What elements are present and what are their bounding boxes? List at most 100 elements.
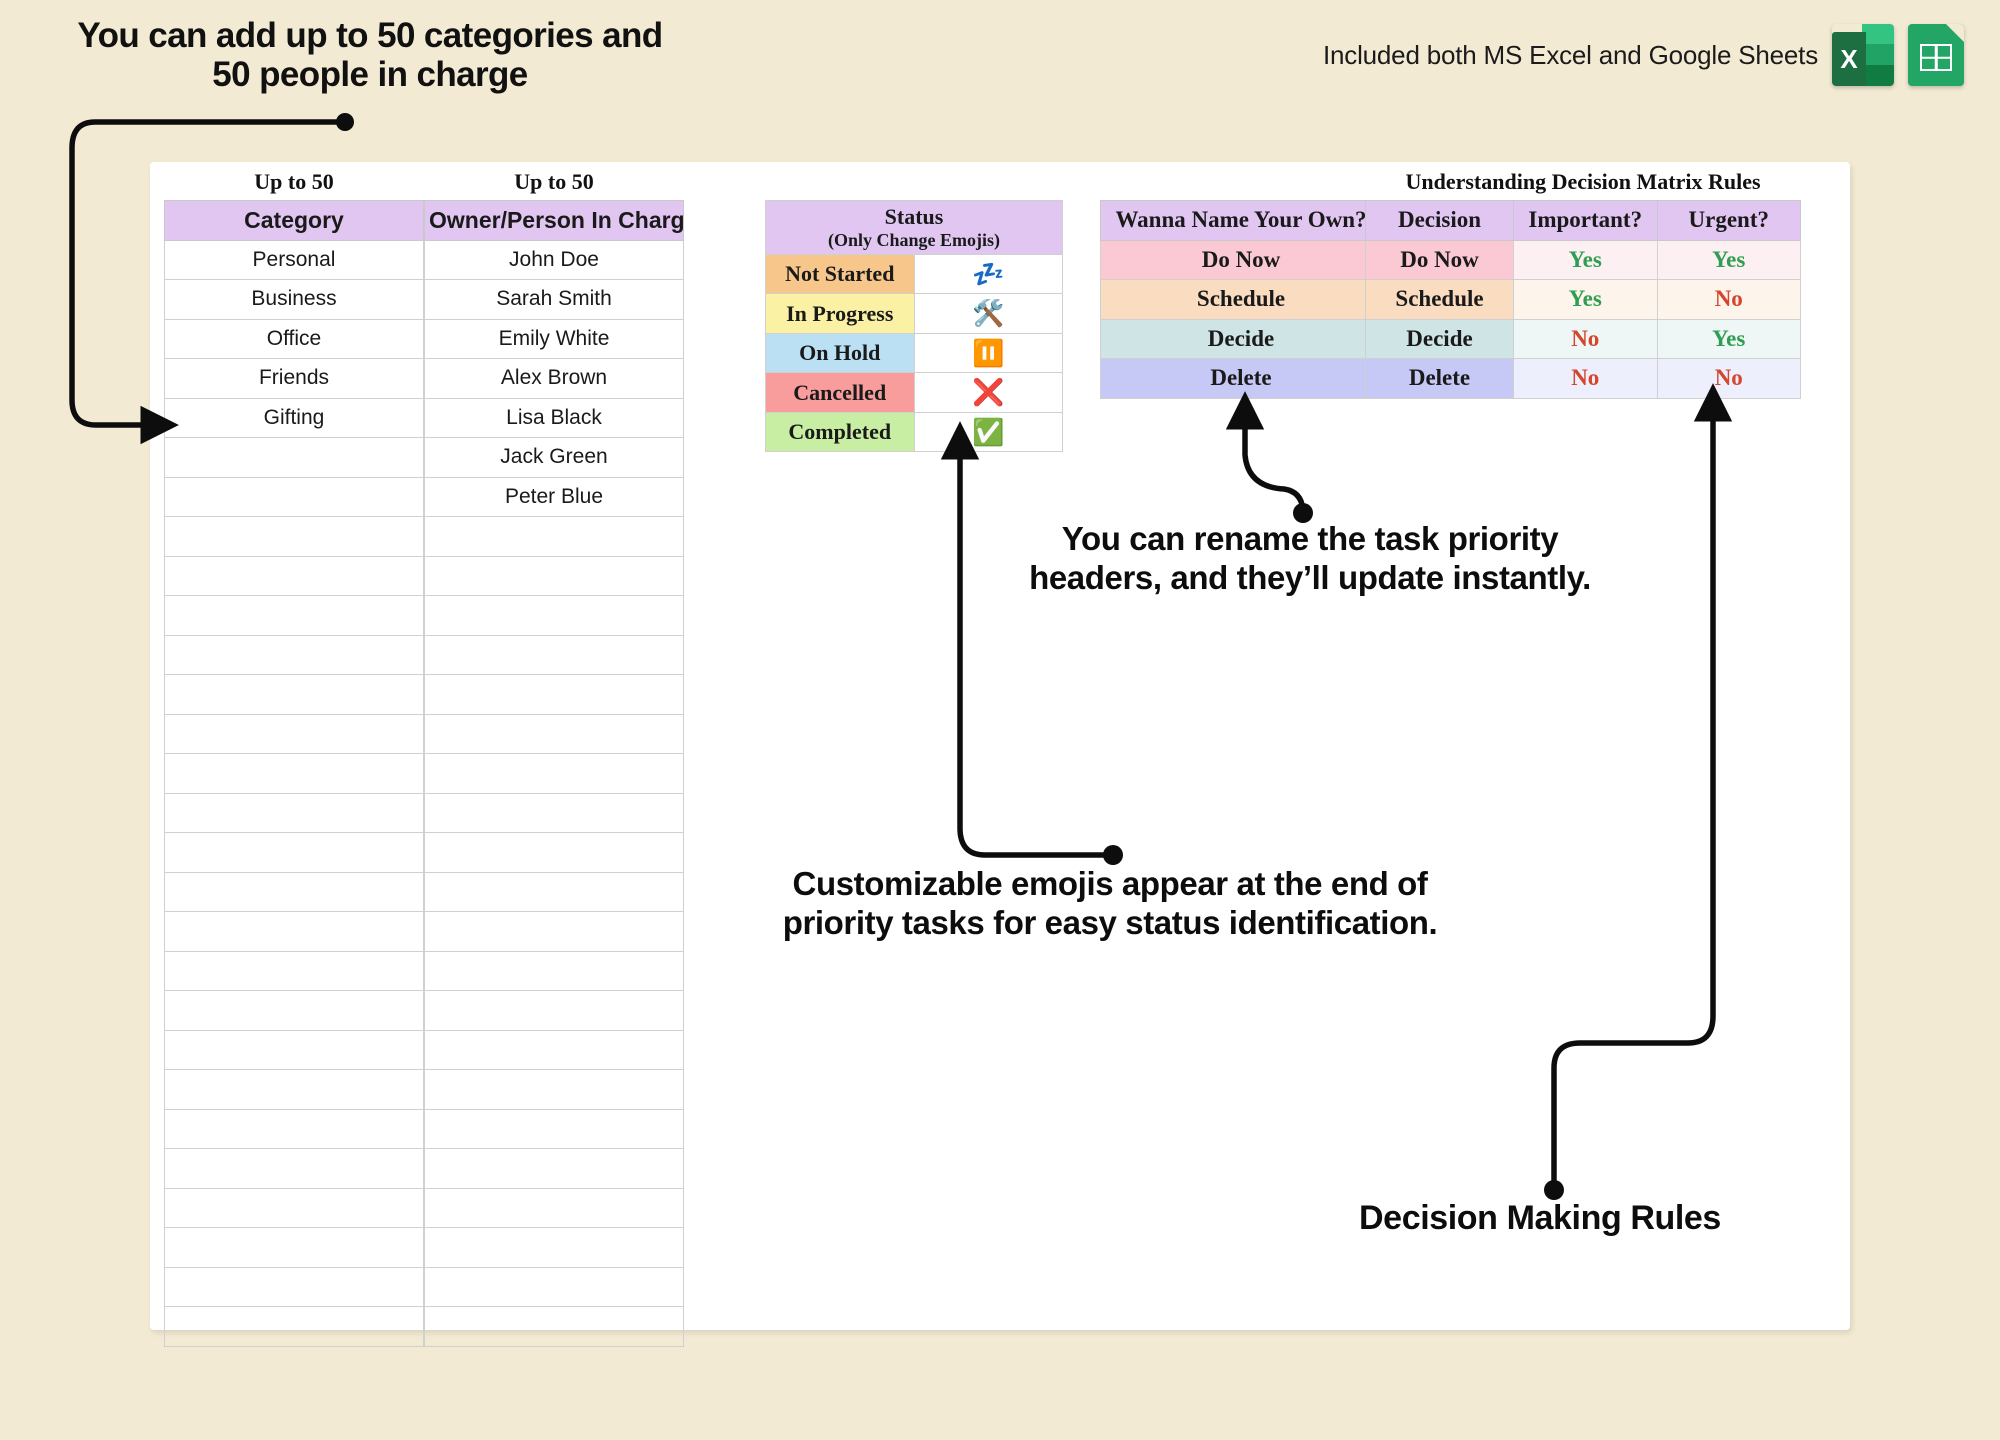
table-cell-empty[interactable]: [164, 1227, 424, 1268]
priority-name-cell[interactable]: Decide: [1100, 318, 1382, 359]
table-cell[interactable]: Emily White: [424, 318, 684, 359]
table-row[interactable]: [424, 1069, 684, 1110]
table-cell-empty[interactable]: [424, 1187, 684, 1228]
table-cell-empty[interactable]: [164, 1069, 424, 1110]
table-row[interactable]: [424, 1187, 684, 1228]
status-label[interactable]: Not Started: [765, 253, 915, 295]
table-row[interactable]: [424, 1266, 684, 1307]
table-row[interactable]: [424, 674, 684, 715]
table-cell[interactable]: Jack Green: [424, 437, 684, 478]
table-cell-empty[interactable]: [424, 871, 684, 912]
matrix-decision-cell[interactable]: Do Now: [1365, 239, 1514, 280]
table-row[interactable]: [164, 871, 424, 912]
table-row[interactable]: Friends: [164, 358, 424, 399]
table-row[interactable]: [164, 1148, 424, 1189]
table-cell-empty[interactable]: [424, 1227, 684, 1268]
table-row[interactable]: [424, 713, 684, 754]
matrix-decision-cell[interactable]: Delete: [1365, 358, 1514, 399]
status-row[interactable]: On Hold ⏸️: [765, 332, 1063, 374]
table-row[interactable]: [424, 871, 684, 912]
table-cell-empty[interactable]: [424, 1108, 684, 1149]
table-row[interactable]: Office: [164, 318, 424, 359]
matrix-decision-cell[interactable]: Schedule: [1365, 279, 1514, 320]
table-row[interactable]: [424, 950, 684, 991]
table-cell-empty[interactable]: [164, 516, 424, 557]
table-row[interactable]: Alex Brown: [424, 358, 684, 399]
tools-emoji[interactable]: 🛠️: [913, 293, 1063, 334]
table-row[interactable]: [424, 516, 684, 557]
table-row[interactable]: [164, 634, 424, 675]
zzz-emoji[interactable]: 💤: [913, 253, 1063, 295]
table-row[interactable]: [424, 555, 684, 596]
priority-row[interactable]: Delete: [1100, 358, 1382, 399]
table-row[interactable]: [424, 911, 684, 952]
table-row[interactable]: [164, 950, 424, 991]
table-row[interactable]: [164, 437, 424, 478]
table-cell-empty[interactable]: [424, 555, 684, 596]
table-cell[interactable]: John Doe: [424, 239, 684, 280]
table-row[interactable]: [424, 1227, 684, 1268]
table-row[interactable]: [164, 792, 424, 833]
table-row[interactable]: Business: [164, 279, 424, 320]
table-cell-empty[interactable]: [424, 674, 684, 715]
priority-row[interactable]: Do Now: [1100, 239, 1382, 280]
table-row[interactable]: [424, 595, 684, 636]
table-cell-empty[interactable]: [164, 1266, 424, 1307]
table-row[interactable]: John Doe: [424, 239, 684, 280]
table-cell-empty[interactable]: [424, 1148, 684, 1189]
table-row[interactable]: [424, 1108, 684, 1149]
table-cell-empty[interactable]: [164, 1148, 424, 1189]
table-cell-empty[interactable]: [164, 1187, 424, 1228]
table-cell[interactable]: Personal: [164, 239, 424, 280]
status-label[interactable]: Cancelled: [765, 372, 915, 413]
table-row[interactable]: [164, 1306, 424, 1347]
table-cell[interactable]: Peter Blue: [424, 476, 684, 517]
table-cell[interactable]: Office: [164, 318, 424, 359]
matrix-row[interactable]: Schedule Yes No: [1365, 279, 1801, 320]
table-row[interactable]: [164, 476, 424, 517]
status-label[interactable]: Completed: [765, 411, 915, 453]
table-row[interactable]: [164, 1069, 424, 1110]
table-cell[interactable]: Gifting: [164, 397, 424, 438]
status-row[interactable]: Not Started 💤: [765, 253, 1063, 295]
status-label[interactable]: In Progress: [765, 293, 915, 334]
priority-name-cell[interactable]: Schedule: [1100, 279, 1382, 320]
table-cell-empty[interactable]: [424, 990, 684, 1031]
table-cell-empty[interactable]: [424, 792, 684, 833]
table-row[interactable]: [164, 1227, 424, 1268]
table-cell-empty[interactable]: [424, 713, 684, 754]
table-row[interactable]: Jack Green: [424, 437, 684, 478]
table-row[interactable]: [164, 832, 424, 873]
matrix-decision-cell[interactable]: Decide: [1365, 318, 1514, 359]
table-row[interactable]: [164, 516, 424, 557]
table-row[interactable]: [164, 713, 424, 754]
priority-row[interactable]: Decide: [1100, 318, 1382, 359]
matrix-row[interactable]: Delete No No: [1365, 358, 1801, 399]
priority-row[interactable]: Schedule: [1100, 279, 1382, 320]
table-row[interactable]: [164, 911, 424, 952]
table-cell-empty[interactable]: [164, 555, 424, 596]
table-cell-empty[interactable]: [424, 832, 684, 873]
table-row[interactable]: Gifting: [164, 397, 424, 438]
pause-emoji[interactable]: ⏸️: [913, 332, 1063, 374]
table-cell-empty[interactable]: [424, 1266, 684, 1307]
table-row[interactable]: [164, 1266, 424, 1307]
table-cell-empty[interactable]: [424, 911, 684, 952]
table-cell-empty[interactable]: [164, 595, 424, 636]
cross-mark-emoji[interactable]: ❌: [913, 372, 1063, 413]
table-cell-empty[interactable]: [164, 674, 424, 715]
table-row[interactable]: [164, 1108, 424, 1149]
table-row[interactable]: [424, 990, 684, 1031]
table-cell-empty[interactable]: [164, 792, 424, 833]
table-cell-empty[interactable]: [164, 832, 424, 873]
priority-name-cell[interactable]: Do Now: [1100, 239, 1382, 280]
table-row[interactable]: Peter Blue: [424, 476, 684, 517]
table-cell-empty[interactable]: [164, 437, 424, 478]
table-row[interactable]: [424, 1306, 684, 1347]
matrix-row[interactable]: Decide No Yes: [1365, 318, 1801, 359]
table-row[interactable]: [424, 1148, 684, 1189]
table-cell-empty[interactable]: [164, 1108, 424, 1149]
table-cell[interactable]: Business: [164, 279, 424, 320]
table-cell-empty[interactable]: [164, 753, 424, 794]
table-cell-empty[interactable]: [424, 516, 684, 557]
